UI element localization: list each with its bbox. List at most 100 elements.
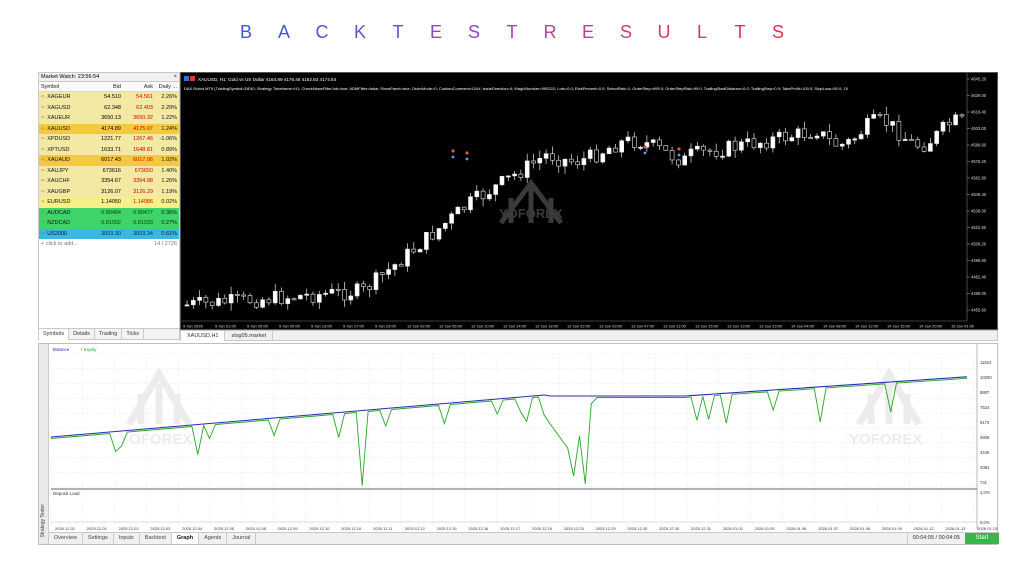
- market-watch-row[interactable]: ⇨ XAUUSD 4174.89 4175.07 1.24%: [39, 123, 179, 134]
- ask-cell: 0.81033: [133, 220, 153, 227]
- bid-cell: 0.81002: [101, 220, 121, 227]
- candle-body: [946, 121, 952, 126]
- tester-tab-graph[interactable]: Graph: [171, 533, 200, 544]
- col-ask[interactable]: Ask: [121, 84, 153, 90]
- add-symbol-row[interactable]: + click to add... 14 / 2726: [39, 239, 179, 249]
- tester-tab-agents[interactable]: Agents: [199, 533, 228, 544]
- candle-body: [562, 158, 568, 167]
- symbol-name: XAUCHF: [47, 178, 70, 185]
- market-watch-row[interactable]: ⇨ XAUJPY 673616 673650 1.40%: [39, 165, 179, 176]
- candle-body: [581, 158, 587, 166]
- date-axis-label: 2025.12.16: [468, 526, 489, 531]
- chart-tab[interactable]: stsg05.market: [225, 330, 274, 341]
- tester-tab-inputs[interactable]: Inputs: [114, 533, 140, 544]
- candle-body: [537, 158, 543, 164]
- market-watch-tab-trading[interactable]: Trading: [95, 329, 123, 340]
- add-symbol-label[interactable]: + click to add...: [41, 241, 78, 247]
- root: { "banner": { "letters": [ {"ch":"B","co…: [0, 0, 1024, 576]
- symbol-name: EURUSD: [47, 199, 71, 206]
- market-watch-tab-ticks[interactable]: Ticks: [122, 329, 144, 340]
- market-watch-tabs: Symbols Details Trading Ticks: [39, 328, 179, 340]
- candle-body: [367, 286, 372, 290]
- col-daily[interactable]: Daily ...: [153, 84, 179, 90]
- time-label: 14 Jan 04:00: [791, 324, 815, 329]
- price-label: 4482.40: [971, 275, 987, 280]
- title-letter: U: [657, 22, 671, 42]
- balance-axis-label: 11622: [980, 360, 992, 365]
- market-watch-row[interactable]: ⇨ US2000 3003.30 3003.34 0.61%: [39, 228, 179, 239]
- candle-body: [802, 128, 807, 138]
- candle-body: [380, 272, 385, 275]
- candle-body: [449, 213, 454, 224]
- candle-body: [663, 145, 669, 151]
- ask-cell: 4175.07: [133, 125, 153, 132]
- balance-axis-label: 4809: [980, 435, 990, 440]
- col-bid[interactable]: Bid: [89, 84, 121, 90]
- market-watch-row[interactable]: ⇨ XAUEUR 3650.13 3650.32 1.22%: [39, 113, 179, 124]
- market-watch-row[interactable]: ⇨ XAUCHF 3354.67 3354.98 1.26%: [39, 176, 179, 187]
- col-symbol[interactable]: Symbol: [39, 84, 89, 90]
- chart-tab[interactable]: XAUUSD,H1: [181, 330, 226, 341]
- candle-body: [865, 117, 870, 135]
- candle-body: [424, 232, 429, 250]
- symbol-arrow-icon: ⇨: [41, 146, 46, 153]
- candle-body: [701, 145, 706, 151]
- candle-body: [890, 121, 895, 126]
- tester-tab-overview[interactable]: Overview: [49, 533, 83, 544]
- close-icon[interactable]: ×: [173, 74, 177, 80]
- ask-cell: 1648.81: [133, 146, 153, 153]
- date-axis-label: 2026.01.13: [945, 526, 966, 531]
- market-watch-row[interactable]: ⇨ XAUAUD 6017.43 6017.06 1.02%: [39, 155, 179, 166]
- market-watch-row[interactable]: ⇨ EURUSD 1.14050 1.14086 0.02%: [39, 197, 179, 208]
- candle-body: [285, 298, 291, 304]
- daily-change-cell: 1.24%: [161, 125, 177, 132]
- market-watch-tab-symbols[interactable]: Symbols: [39, 329, 70, 340]
- tester-side-bar: Strategy Tester: [39, 344, 49, 544]
- title-letter: L: [696, 22, 707, 42]
- time-label: 13 Jan 15:00: [695, 324, 719, 329]
- date-axis-label: 2026.01.02: [723, 526, 744, 531]
- tester-tab-settings[interactable]: Settings: [83, 533, 114, 544]
- ask-cell: 6017.06: [133, 157, 153, 164]
- symbol-cell: ⇨ EURUSD: [39, 199, 89, 205]
- candle-body: [613, 147, 618, 153]
- market-watch-row[interactable]: ⇨ XPDUSD 1221.77 1267.46 -1.06%: [39, 134, 179, 145]
- chart-ea-line: DAX Robot MT5 (TradingSymbol=DE40; Strat…: [184, 86, 849, 91]
- candle-body: [430, 232, 435, 240]
- start-button[interactable]: Start: [965, 533, 999, 544]
- tester-tab-journal[interactable]: Journal: [227, 533, 257, 544]
- candle-body: [606, 147, 612, 155]
- price-label: 4616.40: [971, 110, 987, 115]
- candle-body: [474, 190, 480, 198]
- candle-body: [776, 131, 782, 138]
- date-axis-label: 2025.12.11: [373, 526, 393, 531]
- candle-body: [512, 173, 517, 177]
- ask-cell: 62.403: [136, 104, 153, 111]
- market-watch-row[interactable]: ⇨ XPTUSD 1633.71 1648.81 0.89%: [39, 144, 179, 155]
- candle-body: [241, 294, 247, 297]
- market-watch-row[interactable]: ⇨ XAGEUR 54.510 54.561 2.26%: [39, 92, 179, 103]
- market-watch-row[interactable]: ⇨ AUDCAD 0.89484 0.89477 0.36%: [39, 207, 179, 218]
- market-watch-tab-details[interactable]: Details: [69, 329, 95, 340]
- candle-body: [556, 159, 562, 167]
- price-chart[interactable]: XAUUSD, H1: Gold vs US Dollar 4164.89 41…: [180, 72, 998, 330]
- market-watch-row[interactable]: ⇨ NZDCAD 0.81002 0.81033 0.27%: [39, 218, 179, 229]
- candle-body: [209, 301, 215, 306]
- date-axis-label: 2025.12.31: [691, 526, 712, 531]
- candle-body: [304, 293, 309, 296]
- candle-body: [789, 137, 795, 142]
- trade-marker-icon: [451, 149, 455, 153]
- candle-body: [883, 114, 889, 126]
- market-watch-row[interactable]: ⇨ XAGUSD 62.348 62.403 2.29%: [39, 102, 179, 113]
- title-letter: T: [506, 22, 518, 42]
- legend-balance: Balance: [53, 347, 70, 352]
- market-watch-row[interactable]: ⇨ XAUGBP 3126.07 3126.29 1.19%: [39, 186, 179, 197]
- time-label: 14 Jan 20:00: [919, 324, 943, 329]
- price-label: 4603.00: [971, 126, 987, 131]
- balance-axis-label: 6172: [980, 420, 990, 425]
- price-label: 4645.20: [971, 77, 987, 82]
- candle-body: [411, 248, 417, 253]
- date-axis-label: 2025.12.01: [55, 526, 76, 531]
- time-label: 9 Jan 17:00: [343, 324, 365, 329]
- tester-tab-backtest[interactable]: Backtest: [140, 533, 172, 544]
